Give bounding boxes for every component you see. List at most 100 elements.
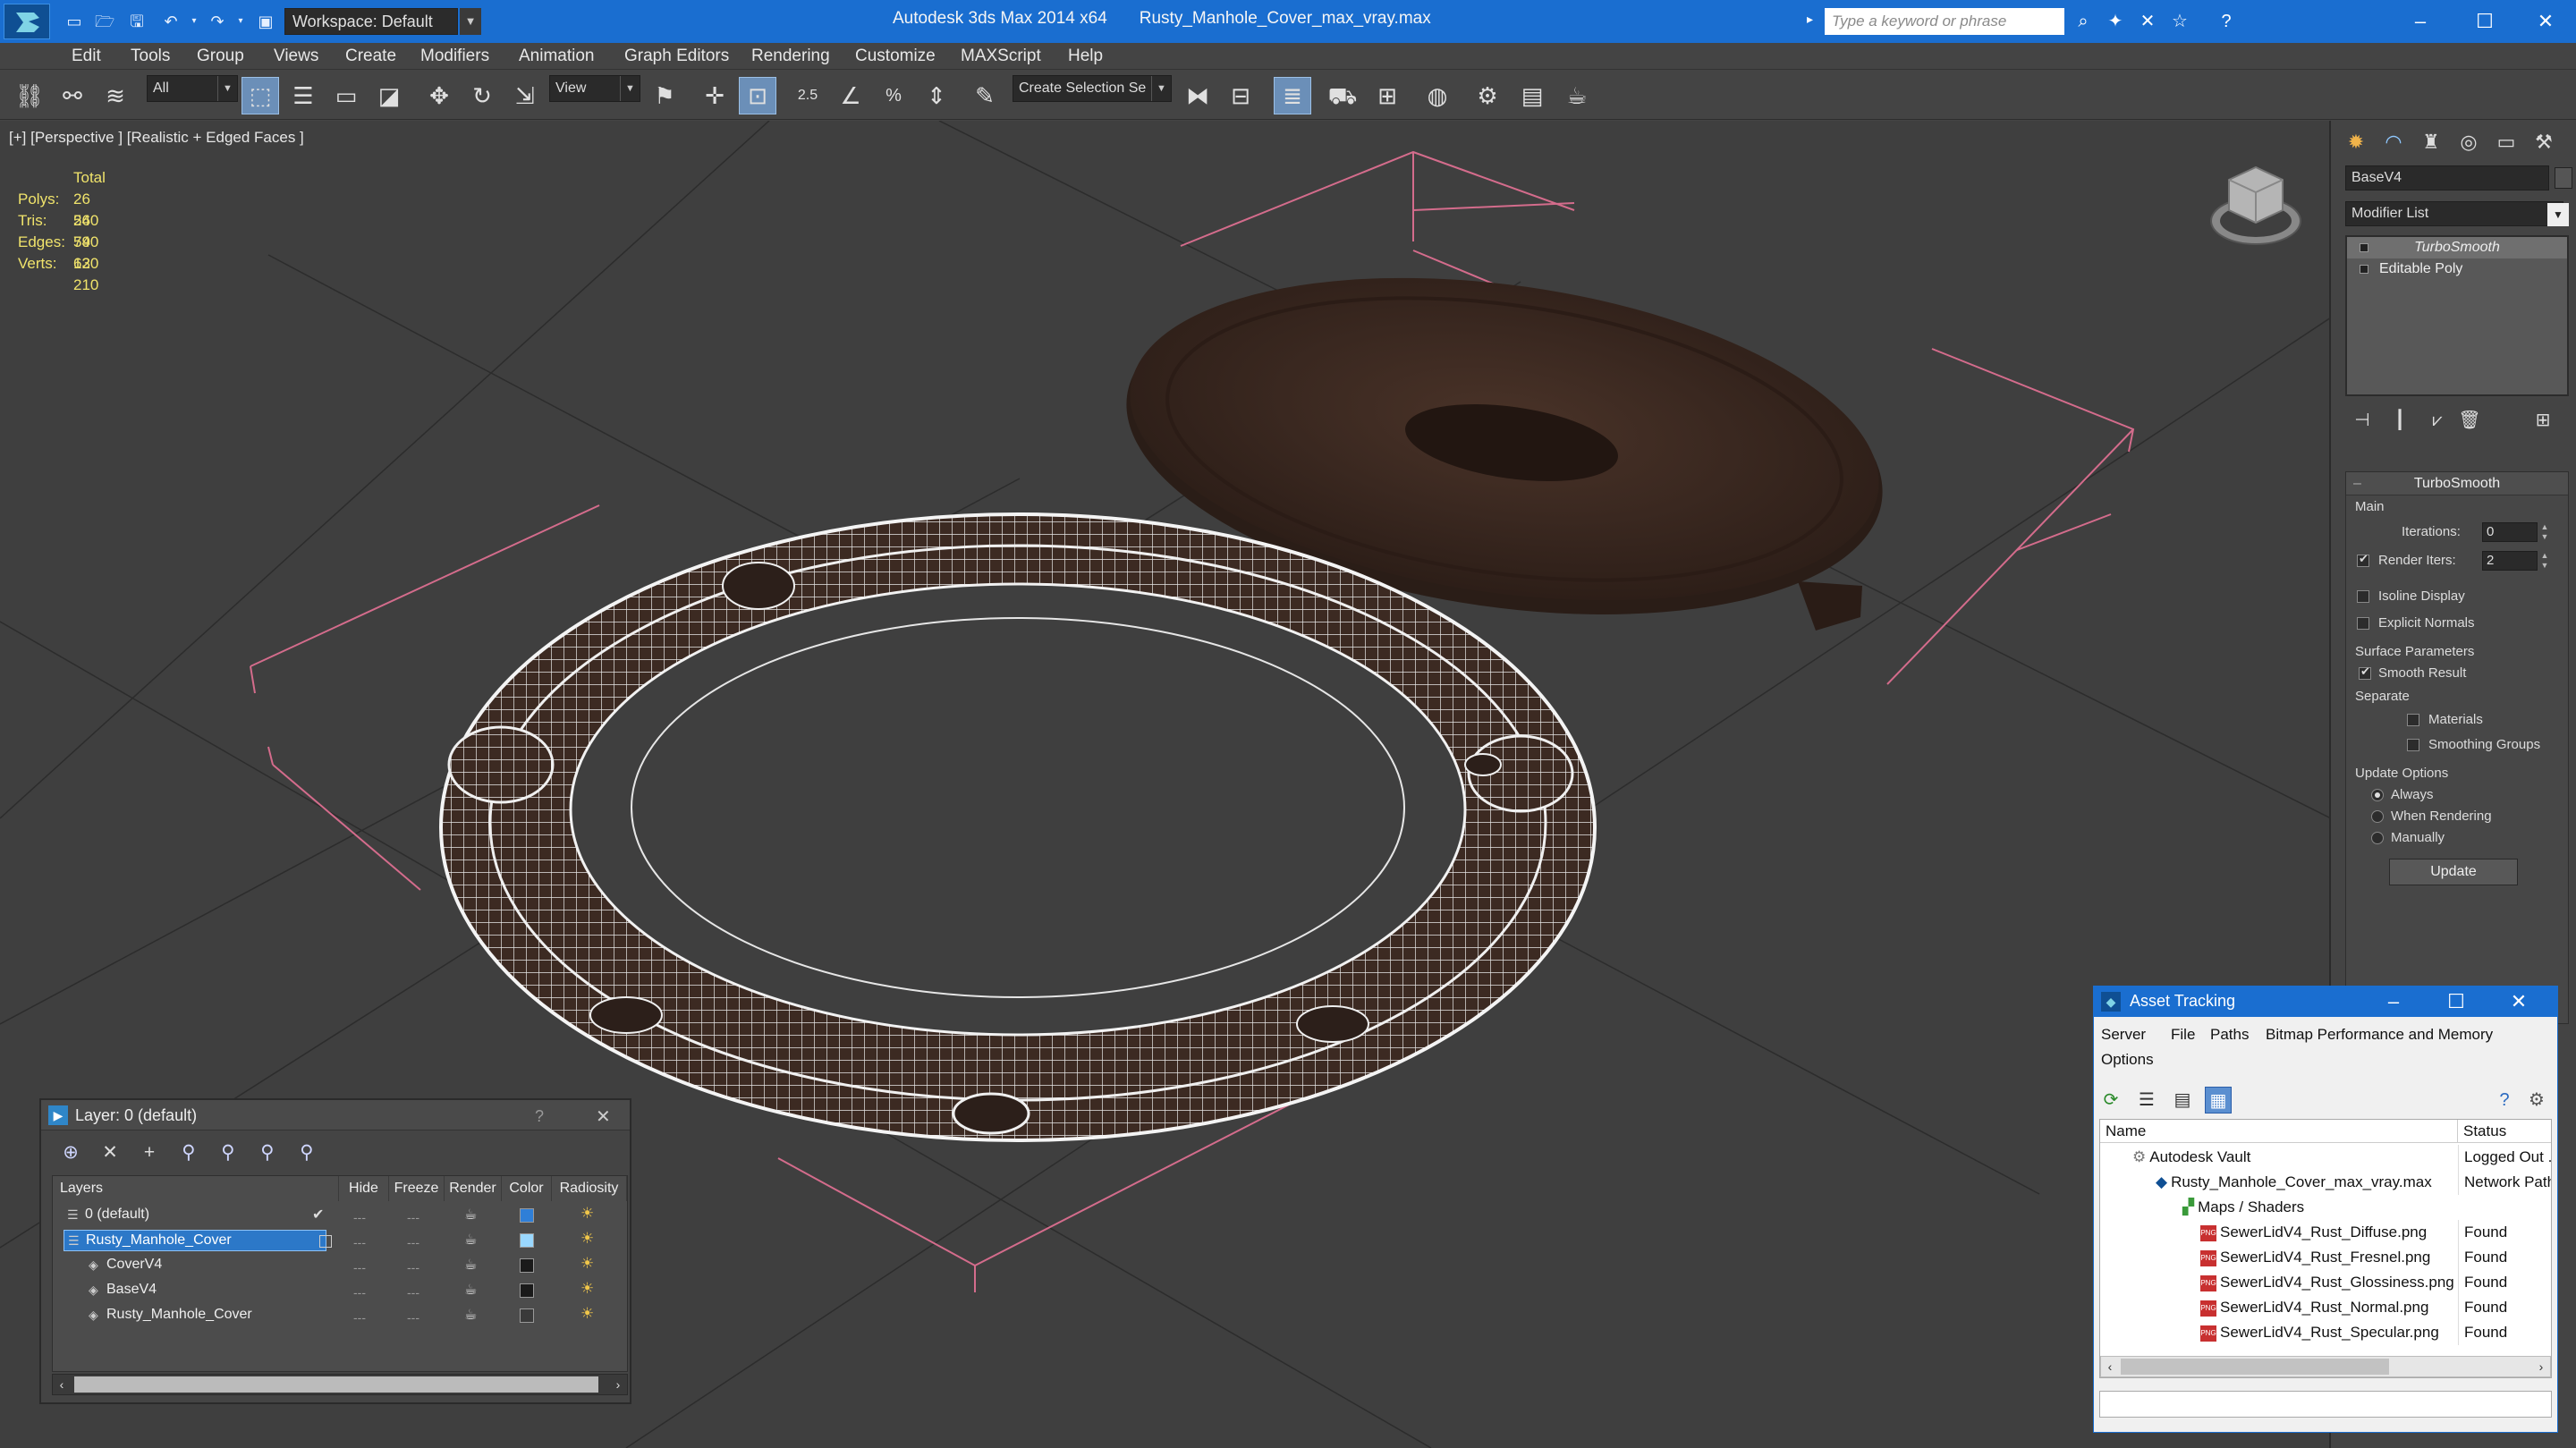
redo-dropdown-icon[interactable]: ▾ <box>231 13 250 30</box>
radiosity-icon[interactable]: ☀ <box>580 1251 594 1276</box>
asset-row[interactable]: ⚙ Autodesk Vault Logged Out ... <box>2100 1145 2551 1170</box>
scroll-thumb[interactable] <box>74 1376 598 1393</box>
layer-name[interactable]: ☰ 0 (default) <box>64 1205 149 1226</box>
angle-snap-icon[interactable]: ∠ <box>832 77 869 114</box>
column-hide[interactable]: Hide <box>339 1176 389 1201</box>
layer-row[interactable]: ◈ CoverV4 --- --- ☕ ☀ <box>53 1253 627 1278</box>
spinner-arrows-icon[interactable]: ▲ ▼ <box>2539 522 2550 542</box>
layer-row[interactable]: ◈ BaseV4 --- --- ☕ ☀ <box>53 1278 627 1303</box>
column-layers[interactable]: Layers <box>53 1176 339 1201</box>
rect-selection-region-icon[interactable]: ▭ <box>327 77 365 114</box>
highlight-selected-layer-icon[interactable]: ⚲ <box>213 1139 243 1166</box>
radiosity-icon[interactable]: ☀ <box>580 1301 594 1326</box>
close-icon[interactable]: ✕ <box>596 1105 611 1128</box>
chevron-down-icon[interactable]: ▼ <box>2547 203 2569 226</box>
asset-horizontal-scrollbar[interactable]: ‹ › <box>2100 1356 2551 1377</box>
subscription-icon[interactable]: ✦ <box>2104 10 2127 33</box>
select-by-name-icon[interactable]: ☰ <box>284 77 322 114</box>
workspace-dropdown-arrow[interactable]: ▼ <box>460 8 481 35</box>
layer-color-swatch[interactable] <box>520 1233 534 1248</box>
communication-center-icon[interactable]: ✕ <box>2136 10 2159 33</box>
help-icon[interactable]: ? <box>2491 1087 2518 1114</box>
menu-graph-editors[interactable]: Graph Editors <box>624 47 729 66</box>
menu-animation[interactable]: Animation <box>519 47 595 66</box>
asset-menu-server[interactable]: Server <box>2101 1026 2146 1044</box>
select-object-icon[interactable]: ⬚ <box>242 77 279 114</box>
minimize-button[interactable]: – <box>2394 5 2447 38</box>
select-and-move-icon[interactable]: ✥ <box>420 77 458 114</box>
asset-menu-options[interactable]: Options <box>2101 1051 2154 1069</box>
hide-toggle[interactable]: --- <box>353 1280 366 1305</box>
scroll-right-icon[interactable]: › <box>609 1375 627 1394</box>
render-iters-checkbox[interactable] <box>2357 552 2369 567</box>
freeze-toggle[interactable]: --- <box>407 1280 419 1305</box>
menu-views[interactable]: Views <box>274 47 318 66</box>
menu-rendering[interactable]: Rendering <box>751 47 830 66</box>
layer-window-titlebar[interactable]: ▶ Layer: 0 (default) ? ✕ <box>41 1100 630 1130</box>
add-selection-checkbox[interactable] <box>319 1235 332 1248</box>
bind-space-warp-icon[interactable]: ≋ <box>97 77 134 114</box>
freeze-unfreeze-all-layers-icon[interactable]: ⚲ <box>292 1139 322 1166</box>
mirror-icon[interactable]: ⧓ <box>1179 77 1216 114</box>
render-teapot-icon[interactable]: ☕ <box>464 1303 477 1328</box>
table-view-icon[interactable]: ▤ <box>2169 1087 2196 1114</box>
settings-icon[interactable]: ⚙ <box>2523 1087 2550 1114</box>
reference-coordinate-dropdown[interactable]: View ▼ <box>549 75 640 102</box>
utilities-tab-icon[interactable]: ⚒ <box>2526 126 2562 158</box>
render-teapot-icon[interactable]: ☕ <box>464 1203 477 1228</box>
asset-row[interactable]: PNG SewerLidV4_Rust_Specular.png Found <box>2100 1320 2551 1345</box>
maximize-button[interactable]: ☐ <box>2425 987 2487 1017</box>
current-layer-check-icon[interactable]: ✔ <box>312 1203 324 1228</box>
modify-tab-icon[interactable]: ◠ <box>2376 126 2411 158</box>
select-and-scale-icon[interactable]: ⇲ <box>506 77 544 114</box>
asset-window-titlebar[interactable]: ◆ Asset Tracking – ☐ ✕ <box>2094 987 2557 1017</box>
radiosity-icon[interactable]: ☀ <box>580 1201 594 1226</box>
asset-menu-bitmap[interactable]: Bitmap Performance and Memory <box>2266 1026 2493 1044</box>
object-name[interactable]: ◈ BaseV4 <box>85 1280 157 1301</box>
window-crossing-icon[interactable]: ◪ <box>370 77 408 114</box>
schematic-view-icon[interactable]: ⊞ <box>1368 77 1406 114</box>
when-rendering-radio[interactable] <box>2371 810 2384 823</box>
create-new-layer-icon[interactable]: ⊕ <box>55 1139 86 1166</box>
curve-editor-icon[interactable]: ⛟ <box>1324 77 1361 114</box>
freeze-toggle[interactable]: --- <box>407 1305 419 1330</box>
asset-row[interactable]: ◆ Rusty_Manhole_Cover_max_vray.max Network… <box>2100 1170 2551 1195</box>
scroll-left-icon[interactable]: ‹ <box>2101 1357 2119 1376</box>
workspace-dropdown[interactable]: Workspace: Default <box>284 8 458 35</box>
select-and-manipulate-icon[interactable]: ⚑ <box>646 77 683 114</box>
search-expand-icon[interactable]: ▸ <box>1807 12 1813 27</box>
list-view-icon[interactable]: ☰ <box>2133 1087 2160 1114</box>
menu-tools[interactable]: Tools <box>131 47 170 66</box>
minimize-button[interactable]: – <box>2362 987 2425 1017</box>
object-name-field[interactable]: BaseV4 <box>2345 165 2549 191</box>
always-radio[interactable] <box>2371 789 2384 801</box>
menu-modifiers[interactable]: Modifiers <box>420 47 489 66</box>
manually-radio[interactable] <box>2371 832 2384 844</box>
smooth-result-checkbox[interactable] <box>2359 665 2371 680</box>
undo-dropdown-icon[interactable]: ▾ <box>184 13 204 30</box>
freeze-toggle[interactable]: --- <box>407 1255 419 1280</box>
layer-color-swatch[interactable] <box>520 1208 534 1223</box>
maximize-button[interactable]: ☐ <box>2458 5 2512 38</box>
iterations-spinner[interactable]: 0 <box>2482 522 2538 542</box>
smoothing-groups-checkbox[interactable] <box>2407 739 2419 751</box>
render-setup-icon[interactable]: ⚙ <box>1469 77 1506 114</box>
pivot-center-icon[interactable]: ✛ <box>696 77 733 114</box>
search-input[interactable]: Type a keyword or phrase <box>1825 8 2064 35</box>
radiosity-icon[interactable]: ☀ <box>580 1226 594 1251</box>
lightbulb-icon[interactable] <box>2360 243 2368 252</box>
undo-icon[interactable]: ↶ <box>161 13 181 30</box>
make-unique-icon[interactable]: ⩗ <box>2424 407 2451 434</box>
remove-modifier-icon[interactable]: 🗑 <box>2456 407 2483 434</box>
render-teapot-icon[interactable]: ☕ <box>464 1253 477 1278</box>
asset-row[interactable]: PNG SewerLidV4_Rust_Fresnel.png Found <box>2100 1245 2551 1270</box>
configure-modifier-sets-icon[interactable]: ⊞ <box>2529 407 2556 434</box>
rendered-frame-window-icon[interactable]: ▤ <box>1513 77 1551 114</box>
material-editor-icon[interactable]: ◍ <box>1419 77 1456 114</box>
object-color-swatch[interactable] <box>2555 167 2572 189</box>
asset-row[interactable]: PNG SewerLidV4_Rust_Diffuse.png Found <box>2100 1220 2551 1245</box>
delete-layer-icon[interactable]: ✕ <box>95 1139 125 1166</box>
scroll-left-icon[interactable]: ‹ <box>53 1375 71 1394</box>
scroll-right-icon[interactable]: › <box>2532 1357 2550 1376</box>
object-color-swatch[interactable] <box>520 1258 534 1273</box>
